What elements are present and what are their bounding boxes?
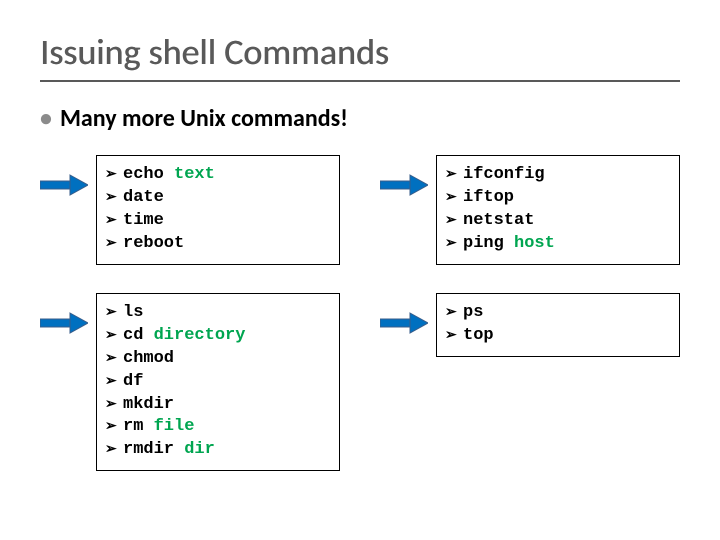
subtitle-text: Many more Unix commands! xyxy=(60,104,348,133)
command-text: reboot xyxy=(123,233,184,256)
list-item: ➢ifconfig xyxy=(445,164,667,187)
chevron-right-icon: ➢ xyxy=(105,394,123,413)
command-text: ls xyxy=(123,302,143,325)
arrow-icon xyxy=(380,311,428,335)
chevron-right-icon: ➢ xyxy=(105,233,123,252)
argument-text: host xyxy=(514,233,555,256)
list-item: ➢netstat xyxy=(445,210,667,233)
chevron-right-icon: ➢ xyxy=(445,164,463,183)
slide-subtitle: • Many more Unix commands! xyxy=(40,104,680,133)
chevron-right-icon: ➢ xyxy=(105,439,123,458)
command-text: netstat xyxy=(463,210,534,233)
list-item: ➢cd directory xyxy=(105,325,327,348)
chevron-right-icon: ➢ xyxy=(105,325,123,344)
arrow-icon xyxy=(380,173,428,197)
cell-3: ➢ps➢top xyxy=(380,293,680,472)
row-1: ➢echo text➢date➢time➢reboot ➢ifconfig➢if… xyxy=(40,155,680,265)
list-item: ➢echo text xyxy=(105,164,327,187)
slide-title: Issuing shell Commands xyxy=(40,30,680,82)
cell-1: ➢ifconfig➢iftop➢netstat➢ping host xyxy=(380,155,680,265)
command-text: date xyxy=(123,187,164,210)
chevron-right-icon: ➢ xyxy=(445,302,463,321)
list-item: ➢ls xyxy=(105,302,327,325)
chevron-right-icon: ➢ xyxy=(105,302,123,321)
chevron-right-icon: ➢ xyxy=(105,210,123,229)
argument-text: file xyxy=(154,416,195,439)
command-text: cd xyxy=(123,325,154,348)
list-item: ➢mkdir xyxy=(105,394,327,417)
row-2: ➢ls➢cd directory➢chmod➢df➢mkdir➢rm file➢… xyxy=(40,293,680,472)
arrow-icon xyxy=(40,173,88,197)
command-box: ➢ifconfig➢iftop➢netstat➢ping host xyxy=(436,155,680,265)
command-text: chmod xyxy=(123,348,174,371)
chevron-right-icon: ➢ xyxy=(445,233,463,252)
chevron-right-icon: ➢ xyxy=(445,210,463,229)
list-item: ➢time xyxy=(105,210,327,233)
argument-text: dir xyxy=(184,439,215,462)
argument-text: directory xyxy=(154,325,246,348)
chevron-right-icon: ➢ xyxy=(105,187,123,206)
list-item: ➢rmdir dir xyxy=(105,439,327,462)
list-item: ➢reboot xyxy=(105,233,327,256)
command-text: ps xyxy=(463,302,483,325)
chevron-right-icon: ➢ xyxy=(105,164,123,183)
list-item: ➢df xyxy=(105,371,327,394)
bullet-dot: • xyxy=(40,104,52,133)
list-item: ➢rm file xyxy=(105,416,327,439)
command-text: rm xyxy=(123,416,154,439)
command-text: iftop xyxy=(463,187,514,210)
arrow-icon xyxy=(40,311,88,335)
chevron-right-icon: ➢ xyxy=(105,416,123,435)
command-text: top xyxy=(463,325,494,348)
command-box: ➢ls➢cd directory➢chmod➢df➢mkdir➢rm file➢… xyxy=(96,293,340,472)
list-item: ➢ping host xyxy=(445,233,667,256)
command-text: ping xyxy=(463,233,514,256)
chevron-right-icon: ➢ xyxy=(105,371,123,390)
list-item: ➢iftop xyxy=(445,187,667,210)
command-text: mkdir xyxy=(123,394,174,417)
cell-0: ➢echo text➢date➢time➢reboot xyxy=(40,155,340,265)
command-box: ➢ps➢top xyxy=(436,293,680,357)
argument-text: text xyxy=(174,164,215,187)
cell-2: ➢ls➢cd directory➢chmod➢df➢mkdir➢rm file➢… xyxy=(40,293,340,472)
command-text: echo xyxy=(123,164,174,187)
chevron-right-icon: ➢ xyxy=(445,187,463,206)
list-item: ➢top xyxy=(445,325,667,348)
chevron-right-icon: ➢ xyxy=(445,325,463,344)
command-text: time xyxy=(123,210,164,233)
command-text: rmdir xyxy=(123,439,184,462)
list-item: ➢chmod xyxy=(105,348,327,371)
list-item: ➢date xyxy=(105,187,327,210)
command-text: df xyxy=(123,371,143,394)
chevron-right-icon: ➢ xyxy=(105,348,123,367)
command-text: ifconfig xyxy=(463,164,545,187)
list-item: ➢ps xyxy=(445,302,667,325)
command-box: ➢echo text➢date➢time➢reboot xyxy=(96,155,340,265)
